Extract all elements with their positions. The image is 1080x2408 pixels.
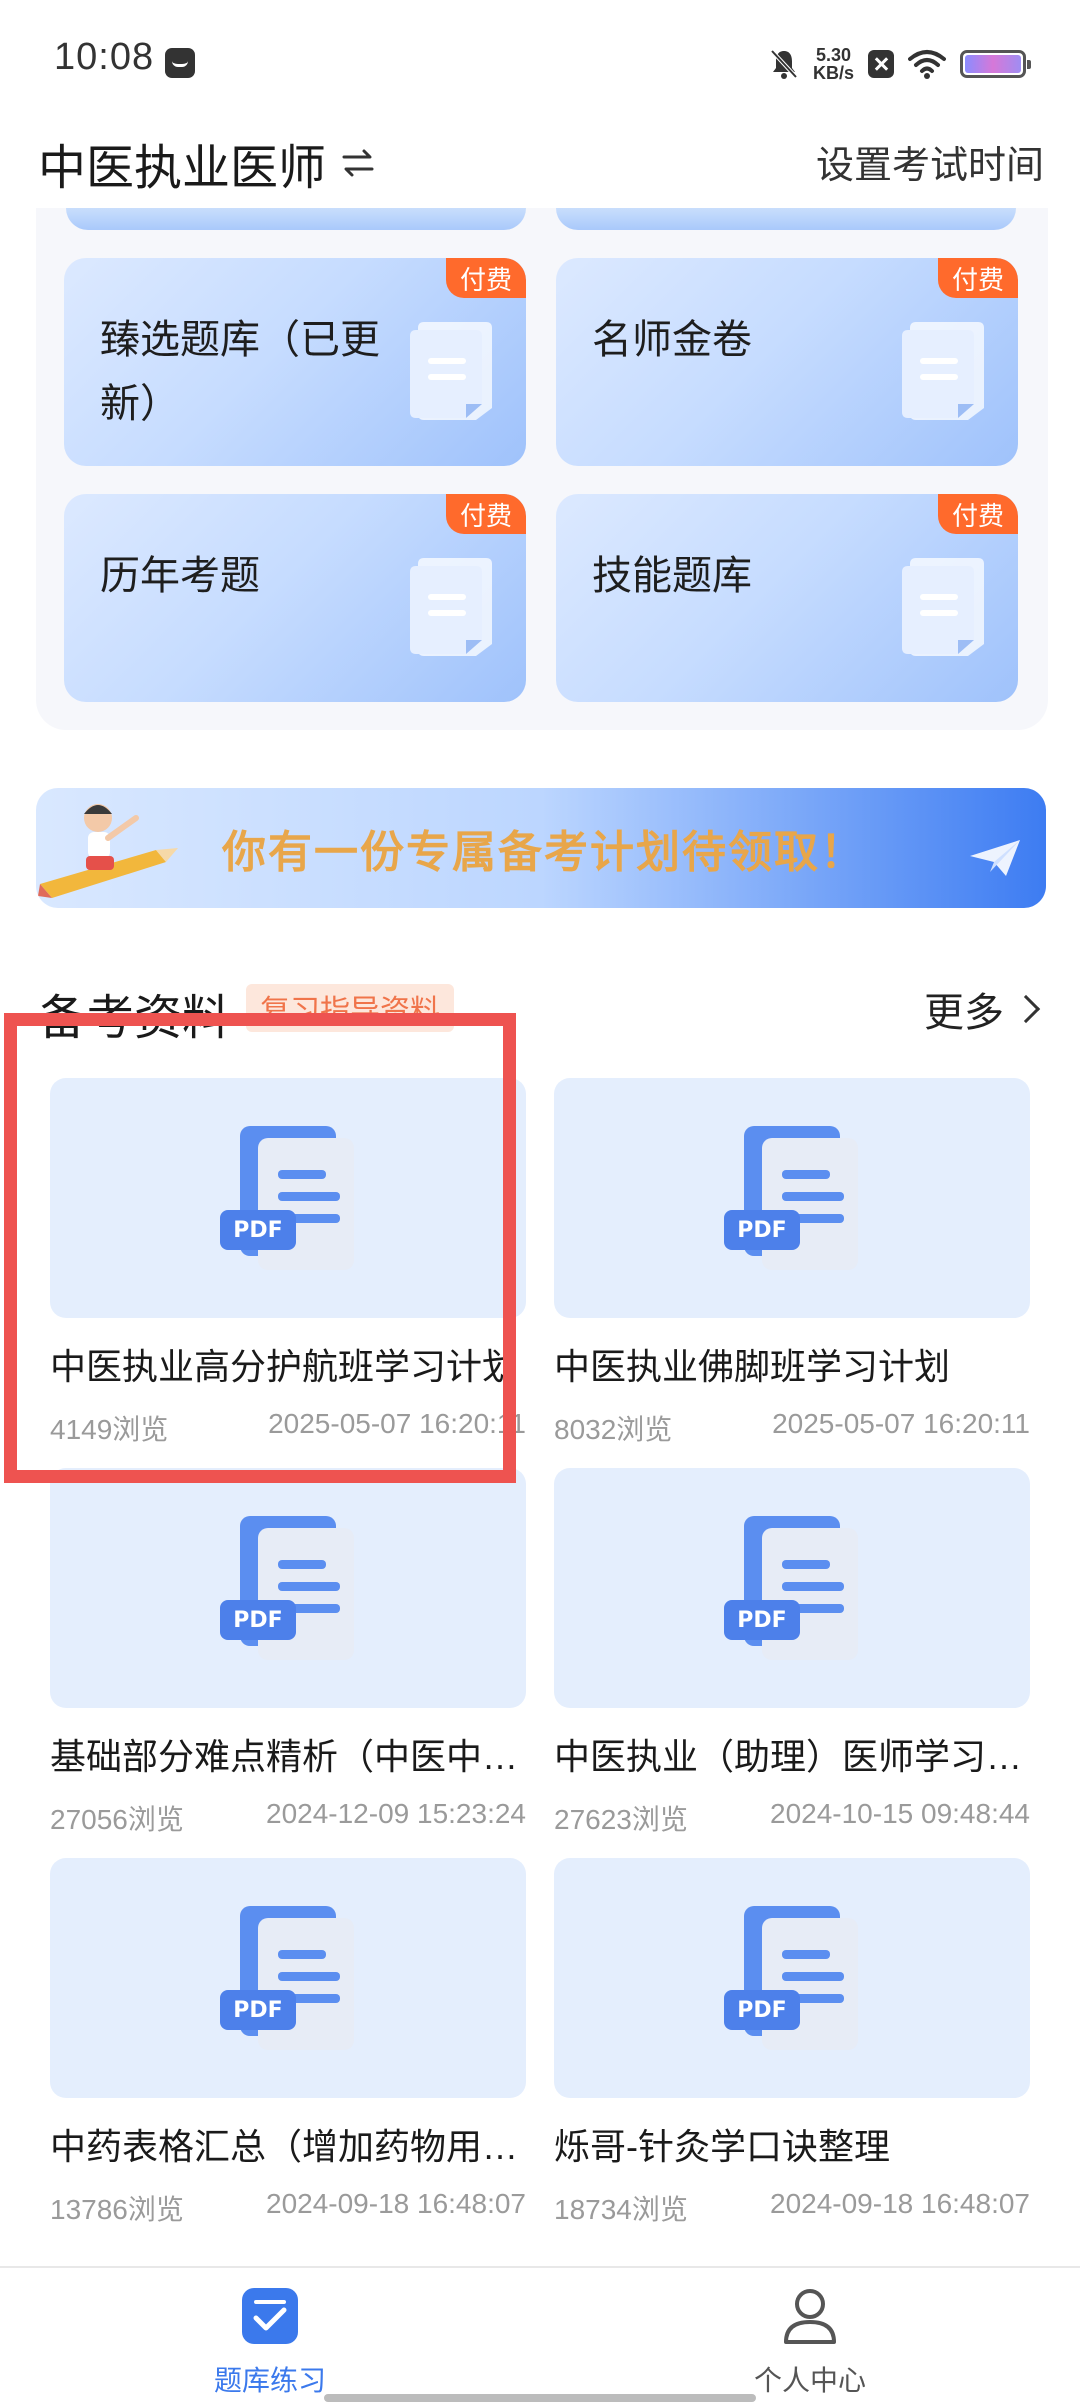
pdf-file-icon: PDF bbox=[220, 1516, 354, 1660]
message-notification-icon bbox=[165, 48, 195, 78]
material-views: 13786浏览 bbox=[50, 2194, 184, 2225]
pdf-label: PDF bbox=[737, 1998, 786, 2023]
network-speed-value: 5.30 bbox=[815, 45, 852, 65]
pdf-label: PDF bbox=[233, 1998, 282, 2023]
pdf-file-icon: PDF bbox=[724, 1906, 858, 2050]
paid-badge: 付费 bbox=[446, 258, 526, 298]
wifi-icon bbox=[908, 50, 946, 79]
switch-exam-icon[interactable] bbox=[338, 143, 378, 183]
material-date: 2024-09-18 16:48:07 bbox=[266, 2188, 526, 2219]
pdf-label: PDF bbox=[737, 1608, 786, 1633]
document-icon bbox=[902, 558, 984, 656]
material-meta: 27056浏览 2024-12-09 15:23:24 bbox=[50, 1798, 526, 1838]
material-views: 18734浏览 bbox=[554, 2194, 688, 2225]
pdf-file-icon: PDF bbox=[220, 1906, 354, 2050]
bottom-nav: 题库练习 个人中心 bbox=[0, 2266, 1080, 2408]
paid-card-past-exams[interactable]: 历年考题 付费 bbox=[64, 494, 526, 702]
person-icon bbox=[784, 2289, 836, 2344]
paid-card-title: 臻选题库（已更新） bbox=[100, 318, 380, 426]
material-thumbnail: PDF bbox=[554, 1468, 1030, 1708]
checkbox-icon bbox=[242, 2288, 298, 2344]
material-meta: 18734浏览 2024-09-18 16:48:07 bbox=[554, 2188, 1030, 2228]
study-plan-banner[interactable]: 你有一份专属备考计划待领取！ bbox=[36, 788, 1046, 908]
material-views: 27056浏览 bbox=[50, 1804, 184, 1835]
paper-plane-icon bbox=[970, 840, 1020, 876]
home-indicator[interactable] bbox=[324, 2394, 756, 2402]
material-title: 烁哥-针灸学口诀整理 bbox=[554, 2126, 890, 2167]
status-time: 10:08 bbox=[54, 36, 155, 78]
paid-badge: 付费 bbox=[938, 494, 1018, 534]
material-meta: 27623浏览 2024-10-15 09:48:44 bbox=[554, 1798, 1030, 1838]
network-speed-unit: KB/s bbox=[812, 63, 854, 83]
pdf-label: PDF bbox=[233, 1608, 282, 1633]
battery-icon bbox=[960, 50, 1031, 78]
paid-badge: 付费 bbox=[446, 494, 526, 534]
material-title: 中药表格汇总（增加药物用… bbox=[50, 2126, 519, 2167]
pdf-file-icon: PDF bbox=[724, 1126, 858, 1270]
document-icon bbox=[410, 322, 492, 420]
student-on-pencil-illustration bbox=[38, 804, 178, 898]
material-title: 中医执业（助理）医师学习… bbox=[554, 1736, 1023, 1777]
status-bar: 10:08 5.30 KB/s bbox=[0, 0, 1080, 128]
material-meta: 13786浏览 2024-09-18 16:48:07 bbox=[50, 2188, 526, 2228]
material-views: 8032浏览 bbox=[554, 1414, 673, 1445]
material-card[interactable]: PDF 中药表格汇总（增加药物用… 13786浏览 2024-09-18 16:… bbox=[50, 1858, 526, 2228]
material-card[interactable]: PDF 中医执业（助理）医师学习… 27623浏览 2024-10-15 09:… bbox=[554, 1468, 1030, 1838]
more-label: 更多 bbox=[924, 991, 1004, 1035]
material-date: 2025-05-07 16:20:11 bbox=[772, 1408, 1030, 1439]
mute-bell-icon bbox=[770, 49, 798, 79]
partial-card[interactable] bbox=[556, 208, 1016, 230]
material-date: 2024-09-18 16:48:07 bbox=[770, 2188, 1030, 2219]
paid-card-title: 历年考题 bbox=[100, 554, 260, 598]
document-icon bbox=[902, 322, 984, 420]
material-date: 2024-12-09 15:23:24 bbox=[266, 1798, 526, 1829]
material-card[interactable]: PDF 烁哥-针灸学口诀整理 18734浏览 2024-09-18 16:48:… bbox=[554, 1858, 1030, 2228]
banner-text: 你有一份专属备考计划待领取！ bbox=[222, 828, 866, 877]
material-meta: 8032浏览 2025-05-07 16:20:11 bbox=[554, 1408, 1030, 1448]
document-icon bbox=[410, 558, 492, 656]
partial-card[interactable] bbox=[66, 208, 526, 230]
material-card[interactable]: PDF 基础部分难点精析（中医中… 27056浏览 2024-12-09 15:… bbox=[50, 1468, 526, 1838]
exam-name: 中医执业医师 bbox=[38, 142, 327, 195]
status-indicators: 5.30 KB/s bbox=[769, 40, 1031, 88]
tab-profile[interactable]: 个人中心 bbox=[700, 2286, 920, 2399]
pdf-label: PDF bbox=[737, 1218, 786, 1243]
network-speed: 5.30 KB/s bbox=[813, 46, 854, 82]
tab-practice[interactable]: 题库练习 bbox=[160, 2286, 380, 2399]
paid-card-selected-bank[interactable]: 臻选题库（已更新） 付费 bbox=[64, 258, 526, 466]
material-thumbnail: PDF bbox=[50, 1468, 526, 1708]
paid-badge: 付费 bbox=[938, 258, 1018, 298]
material-card[interactable]: PDF 中医执业佛脚班学习计划 8032浏览 2025-05-07 16:20:… bbox=[554, 1078, 1030, 1448]
pdf-file-icon: PDF bbox=[724, 1516, 858, 1660]
highlight-box bbox=[4, 1013, 516, 1483]
material-thumbnail: PDF bbox=[554, 1078, 1030, 1318]
page-title[interactable]: 中医执业医师 bbox=[38, 128, 378, 198]
sim-off-icon bbox=[868, 50, 894, 78]
material-date: 2024-10-15 09:48:44 bbox=[770, 1798, 1030, 1829]
tab-practice-label: 题库练习 bbox=[213, 2365, 326, 2396]
set-exam-time-button[interactable]: 设置考试时间 bbox=[816, 134, 1044, 189]
paid-card-title: 名师金卷 bbox=[592, 318, 752, 362]
paid-card-title: 技能题库 bbox=[592, 554, 752, 598]
tab-profile-label: 个人中心 bbox=[753, 2365, 866, 2396]
material-views: 27623浏览 bbox=[554, 1804, 688, 1835]
material-title: 基础部分难点精析（中医中… bbox=[50, 1736, 519, 1777]
paid-card-master-papers[interactable]: 名师金卷 付费 bbox=[556, 258, 1018, 466]
material-thumbnail: PDF bbox=[50, 1858, 526, 2098]
material-thumbnail: PDF bbox=[554, 1858, 1030, 2098]
more-link[interactable]: 更多 bbox=[924, 980, 1041, 1038]
material-title: 中医执业佛脚班学习计划 bbox=[554, 1346, 951, 1387]
chevron-right-icon bbox=[1011, 994, 1041, 1024]
paid-card-skill-bank[interactable]: 技能题库 付费 bbox=[556, 494, 1018, 702]
